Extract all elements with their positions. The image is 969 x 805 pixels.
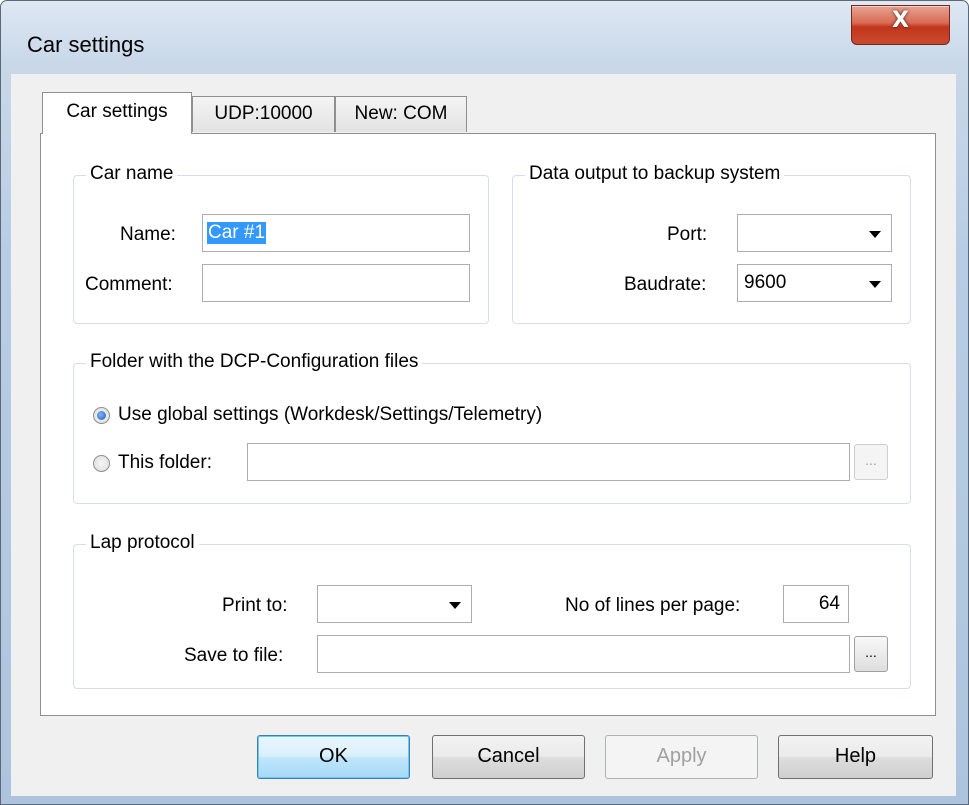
dcp-browse-button[interactable]: ...: [854, 444, 888, 480]
apply-button[interactable]: Apply: [605, 735, 758, 779]
tab-new-com[interactable]: New: COM: [335, 96, 467, 132]
print-to-select[interactable]: [317, 585, 472, 623]
this-folder-radio[interactable]: [93, 455, 110, 472]
tab-panel: Car name Name: Car #1 Comment: Data outp…: [40, 133, 936, 716]
lines-per-page-field[interactable]: 64: [783, 585, 849, 623]
help-button[interactable]: Help: [778, 735, 933, 779]
chevron-down-icon: [449, 602, 461, 609]
lines-per-page-value: 64: [818, 593, 840, 614]
dcp-folder-legend: Folder with the DCP-Configuration files: [86, 351, 423, 373]
baudrate-select[interactable]: 9600: [737, 264, 892, 302]
data-output-legend: Data output to backup system: [525, 163, 785, 185]
chevron-down-icon: [869, 281, 881, 288]
close-icon: X: [892, 8, 909, 33]
data-output-group: Data output to backup system Port: Baudr…: [512, 163, 911, 324]
dcp-folder-group: Folder with the DCP-Configuration files …: [73, 351, 911, 504]
cancel-button[interactable]: Cancel: [432, 735, 585, 779]
save-browse-button[interactable]: ...: [854, 636, 888, 672]
tab-udp[interactable]: UDP:10000: [192, 96, 335, 132]
ok-button[interactable]: OK: [257, 735, 410, 779]
name-value: Car #1: [207, 222, 267, 244]
port-select[interactable]: [737, 214, 892, 252]
window-title: Car settings: [27, 32, 145, 57]
use-global-label[interactable]: Use global settings (Workdesk/Settings/T…: [118, 404, 542, 426]
name-label: Name:: [120, 224, 176, 245]
save-to-file-field[interactable]: [317, 635, 850, 673]
this-folder-label[interactable]: This folder:: [118, 452, 212, 474]
lines-per-page-label: No of lines per page:: [565, 595, 741, 616]
lap-protocol-legend: Lap protocol: [86, 532, 199, 554]
comment-field[interactable]: [202, 264, 470, 302]
baudrate-value: 9600: [744, 272, 787, 293]
chevron-down-icon: [869, 231, 881, 238]
lap-protocol-group: Lap protocol Print to: No of lines per p…: [73, 532, 911, 689]
save-to-file-label: Save to file:: [184, 645, 284, 666]
car-name-legend: Car name: [86, 163, 178, 185]
use-global-radio[interactable]: [93, 407, 110, 424]
dialog-client-area: Car settings UDP:10000 New: COM Car name…: [11, 74, 956, 796]
car-name-group: Car name Name: Car #1 Comment:: [73, 163, 489, 324]
tab-car-settings[interactable]: Car settings: [42, 92, 192, 134]
print-to-label: Print to:: [222, 595, 288, 616]
this-folder-field[interactable]: [247, 443, 850, 481]
dialog-window: Car settings X Car settings UDP:10000 Ne…: [0, 0, 969, 805]
baudrate-label: Baudrate:: [624, 274, 707, 295]
name-field[interactable]: Car #1: [202, 214, 470, 252]
comment-label: Comment:: [85, 274, 173, 295]
close-button[interactable]: X: [851, 5, 950, 45]
port-label: Port:: [667, 224, 708, 245]
